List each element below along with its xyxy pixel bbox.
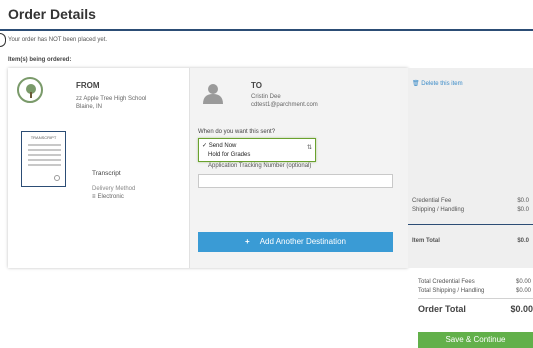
- delivery-method-value: ≡ Electronic: [92, 194, 124, 200]
- trash-icon: 🗑: [412, 81, 420, 87]
- item-total-label: Item Total: [412, 238, 440, 244]
- delivery-method-label: Delivery Method: [92, 186, 136, 192]
- to-label: TO: [251, 81, 262, 90]
- shipping-value: $0.0: [517, 207, 529, 213]
- item-total-value: $0.0: [517, 238, 529, 244]
- transcript-thumbnail: TRANSCRIPT: [21, 131, 66, 187]
- totals-divider: [418, 298, 533, 299]
- order-total-value: $0.00: [510, 304, 533, 314]
- option-send-now-label: Send Now: [208, 143, 237, 149]
- item-summary: 🗑 Delete this item Credential Fee $0.0 Sh…: [408, 68, 533, 268]
- tracking-number-label: Application Tracking Number (optional): [208, 163, 312, 169]
- title-divider: [0, 29, 533, 31]
- delete-item-link[interactable]: 🗑 Delete this item: [412, 80, 463, 87]
- order-notice: Your order has NOT been placed yet.: [8, 37, 108, 43]
- total-credential-fees-row: Total Credential Fees $0.00: [418, 279, 531, 285]
- edge-bracket: [0, 33, 6, 47]
- page-title: Order Details: [8, 6, 96, 22]
- to-section: TO Cristin Dee cdtest1@parchment.com Whe…: [190, 68, 408, 268]
- summary-divider: [408, 224, 533, 225]
- send-timing-select[interactable]: ✓ Send Now Hold for Grades ⇅: [198, 138, 316, 162]
- plus-icon: +: [245, 237, 250, 246]
- from-label: FROM: [76, 81, 100, 90]
- rss-icon: ≡: [92, 194, 96, 200]
- save-continue-button[interactable]: Save & Continue: [418, 332, 533, 348]
- shipping-label: Shipping / Handling: [412, 207, 465, 213]
- add-destination-label: Add Another Destination: [259, 237, 346, 246]
- send-timing-label: When do you want this sent?: [198, 129, 276, 135]
- option-hold-for-grades[interactable]: Hold for Grades: [208, 152, 250, 158]
- recipient-name: Cristin Dee: [251, 94, 281, 100]
- total-credential-fees-value: $0.00: [515, 279, 531, 285]
- document-type: Transcript: [92, 170, 121, 177]
- seal-icon: [54, 175, 60, 181]
- total-shipping-value: $0.00: [515, 288, 531, 294]
- order-total-label: Order Total: [418, 304, 466, 314]
- delete-item-label: Delete this item: [421, 81, 463, 87]
- order-total-row: Order Total $0.00: [418, 304, 533, 314]
- thumbnail-title: TRANSCRIPT: [30, 135, 57, 140]
- total-credential-fees-label: Total Credential Fees: [418, 279, 475, 285]
- credential-fee-row: Credential Fee $0.0: [412, 198, 529, 204]
- recipient-email: cdtest1@parchment.com: [251, 102, 318, 108]
- shipping-row: Shipping / Handling $0.0: [412, 207, 529, 213]
- document-lines: [28, 144, 61, 174]
- item-total-row: Item Total $0.0: [412, 238, 529, 244]
- tracking-number-input[interactable]: [198, 174, 393, 188]
- credential-fee-label: Credential Fee: [412, 198, 452, 204]
- option-send-now[interactable]: ✓ Send Now: [202, 142, 236, 149]
- school-location: Blaine, IN: [76, 104, 103, 110]
- credential-fee-value: $0.0: [517, 198, 529, 204]
- order-item-card: FROM zz Apple Tree High School Blaine, I…: [8, 68, 408, 268]
- add-destination-button[interactable]: + Add Another Destination: [198, 232, 393, 252]
- from-section: FROM zz Apple Tree High School Blaine, I…: [8, 68, 190, 268]
- total-shipping-label: Total Shipping / Handling: [418, 288, 485, 294]
- school-name: zz Apple Tree High School: [76, 96, 147, 102]
- tree-seal-icon: [17, 77, 43, 103]
- items-label: Item(s) being ordered:: [8, 57, 72, 63]
- user-avatar-icon: [201, 82, 225, 104]
- total-shipping-row: Total Shipping / Handling $0.00: [418, 288, 531, 294]
- select-arrows-icon: ⇅: [306, 145, 312, 151]
- delivery-method-text: Electronic: [97, 194, 124, 200]
